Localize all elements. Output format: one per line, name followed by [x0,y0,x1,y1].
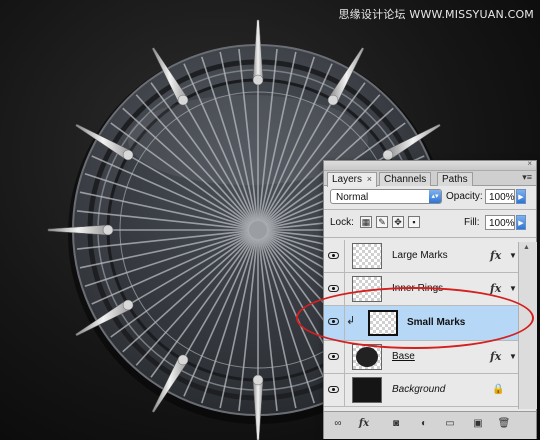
red-annotation-ellipse [296,287,534,349]
lock-label: Lock: [330,217,354,228]
layer-thumbnail [352,344,382,370]
layer-name: Large Marks [392,250,448,261]
scroll-up-icon[interactable]: ▲ [523,244,530,251]
divider [324,237,536,238]
fx-icon[interactable]: fx [490,350,501,363]
large-mark-tip [177,354,189,366]
large-mark-tip [382,149,394,161]
large-mark-tip [122,149,134,161]
panel-tabs: Layers × Channels Paths ▾≡ [324,171,536,187]
panel-menu-icon[interactable]: ▾≡ [522,172,532,183]
large-mark-tip [327,94,339,106]
lock-pixels-icon[interactable]: ✎ [376,216,388,228]
tab-paths[interactable]: Paths [437,172,473,186]
tab-layers[interactable]: Layers × [327,172,378,187]
group-icon[interactable]: ▭ [442,416,458,432]
eye-icon [328,252,339,259]
expand-effects-icon[interactable]: ▼ [509,284,517,293]
layer-name: Base [392,351,415,362]
new-layer-icon[interactable]: ▣ [470,416,486,432]
mask-icon[interactable]: ◙ [388,416,404,432]
trash-icon[interactable]: 🗑 [496,416,512,432]
visibility-toggle[interactable] [324,240,345,272]
lock-row: Lock: ▦ ✎ ✥ ▪ Fill: 100% ▶ [324,211,536,235]
large-mark-tip [102,224,114,236]
blend-row: Normal ▴▾ Opacity: 100% ▶ [324,186,536,208]
adjustment-icon[interactable]: ◐ [416,416,432,432]
tab-paths-label: Paths [442,174,468,185]
fill-slider-button[interactable]: ▶ [516,215,526,230]
blend-mode-value: Normal [336,192,369,203]
layer-background[interactable]: Background 🔒 [324,374,518,407]
eye-icon [328,285,339,292]
tab-channels-label: Channels [384,174,427,185]
large-mark-tip [122,299,134,311]
lock-all-icon[interactable]: ▪ [408,216,420,228]
lock-icon: 🔒 [492,384,505,395]
fill-label: Fill: [464,217,480,228]
layer-name: Background [392,384,446,395]
fill-input[interactable]: 100% [485,215,515,230]
lock-transparency-icon[interactable]: ▦ [360,216,372,228]
panel-bottom-bar: ∞ fx ◙ ◐ ▭ ▣ 🗑 [324,411,536,439]
visibility-toggle[interactable] [324,341,345,373]
expand-effects-icon[interactable]: ▼ [509,251,517,260]
large-mark-tip [252,374,264,386]
opacity-input[interactable]: 100% [485,189,515,204]
layer-large-marks[interactable]: Large Marks fx ▼ [324,240,518,273]
panel-close-icon[interactable]: × [527,159,532,168]
fx-icon[interactable]: fx [356,416,372,432]
expand-effects-icon[interactable]: ▼ [509,352,517,361]
blend-mode-select[interactable]: Normal ▴▾ [330,189,442,204]
divider [324,209,536,210]
watermark-text: 思缘设计论坛 WWW.MISSYUAN.COM [338,8,534,21]
layer-thumbnail [352,243,382,269]
updown-arrows-icon: ▴▾ [429,190,441,203]
link-icon[interactable]: ∞ [330,416,346,432]
tab-layers-label: Layers [332,174,363,185]
tab-channels[interactable]: Channels [379,172,432,186]
tab-close-icon[interactable]: × [367,174,372,184]
eye-icon [328,386,339,393]
dial-center [249,221,267,239]
opacity-slider-button[interactable]: ▶ [516,189,526,204]
fx-icon[interactable]: fx [490,282,501,295]
layer-thumbnail [352,377,382,403]
lock-position-icon[interactable]: ✥ [392,216,404,228]
panel-titlebar[interactable]: × [324,159,536,171]
eye-icon [328,353,339,360]
fx-icon[interactable]: fx [490,249,501,262]
opacity-label: Opacity: [446,191,483,202]
large-mark-tip [252,74,264,86]
visibility-toggle[interactable] [324,374,345,406]
large-mark-tip [177,94,189,106]
disc-thumbnail-shape [356,347,378,367]
